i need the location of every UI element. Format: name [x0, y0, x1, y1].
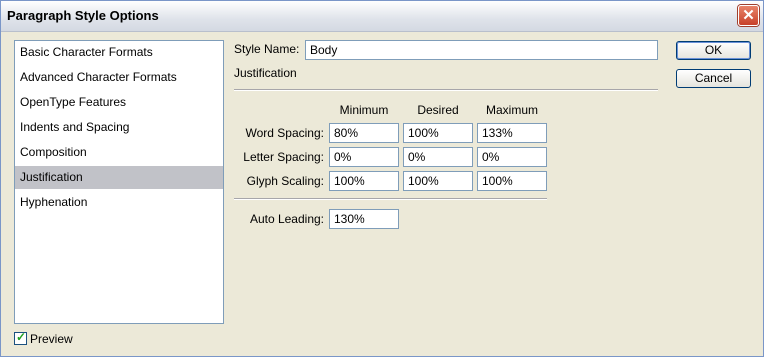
letter-spacing-maximum-input[interactable]: 0% — [477, 147, 547, 167]
glyph-scaling-desired-input[interactable]: 100% — [403, 171, 473, 191]
sidebar-item-justification[interactable]: Justification — [15, 166, 223, 189]
section-divider — [234, 89, 658, 91]
word-spacing-minimum-input[interactable]: 80% — [329, 123, 399, 143]
glyph-scaling-minimum-input[interactable]: 100% — [329, 171, 399, 191]
sidebar-item-basic-character-formats[interactable]: Basic Character Formats — [15, 41, 223, 64]
sidebar-item-advanced-character-formats[interactable]: Advanced Character Formats — [15, 66, 223, 89]
letter-spacing-desired-input[interactable]: 0% — [403, 147, 473, 167]
sidebar-item-hyphenation[interactable]: Hyphenation — [15, 191, 223, 214]
auto-leading-input[interactable]: 130% — [329, 209, 399, 229]
window-title: Paragraph Style Options — [7, 8, 159, 23]
sidebar-item-opentype-features[interactable]: OpenType Features — [15, 91, 223, 114]
word-spacing-desired-input[interactable]: 100% — [403, 123, 473, 143]
glyph-scaling-label: Glyph Scaling: — [246, 174, 324, 188]
letter-spacing-label: Letter Spacing: — [243, 150, 324, 164]
word-spacing-label: Word Spacing: — [245, 126, 325, 140]
title-bar: Paragraph Style Options ✕ — [1, 1, 763, 32]
sidebar-item-composition[interactable]: Composition — [15, 141, 223, 164]
ok-button[interactable]: OK — [676, 41, 751, 60]
letter-spacing-minimum-input[interactable]: 0% — [329, 147, 399, 167]
checkmark-icon: ✓ — [16, 330, 27, 344]
cancel-button[interactable]: Cancel — [676, 69, 751, 88]
header-maximum: Maximum — [485, 103, 538, 117]
category-list: Basic Character Formats Advanced Charact… — [14, 40, 224, 324]
header-desired: Desired — [417, 103, 459, 117]
close-icon: ✕ — [742, 7, 755, 24]
auto-leading-label: Auto Leading: — [249, 212, 324, 226]
glyph-scaling-maximum-input[interactable]: 100% — [477, 171, 547, 191]
style-name-label: Style Name: — [234, 42, 300, 56]
word-spacing-maximum-input[interactable]: 133% — [477, 123, 547, 143]
sidebar-item-indents-and-spacing[interactable]: Indents and Spacing — [15, 116, 223, 139]
preview-checkbox[interactable]: ✓ — [14, 330, 27, 345]
dialog-window: Paragraph Style Options ✕ Basic Characte… — [0, 0, 764, 357]
close-button[interactable]: ✕ — [738, 5, 759, 26]
section-title: Justification — [234, 66, 297, 80]
table-divider — [234, 198, 547, 200]
header-minimum: Minimum — [339, 103, 389, 117]
preview-label[interactable]: Preview — [30, 332, 73, 346]
style-name-input[interactable]: Body — [305, 40, 658, 60]
